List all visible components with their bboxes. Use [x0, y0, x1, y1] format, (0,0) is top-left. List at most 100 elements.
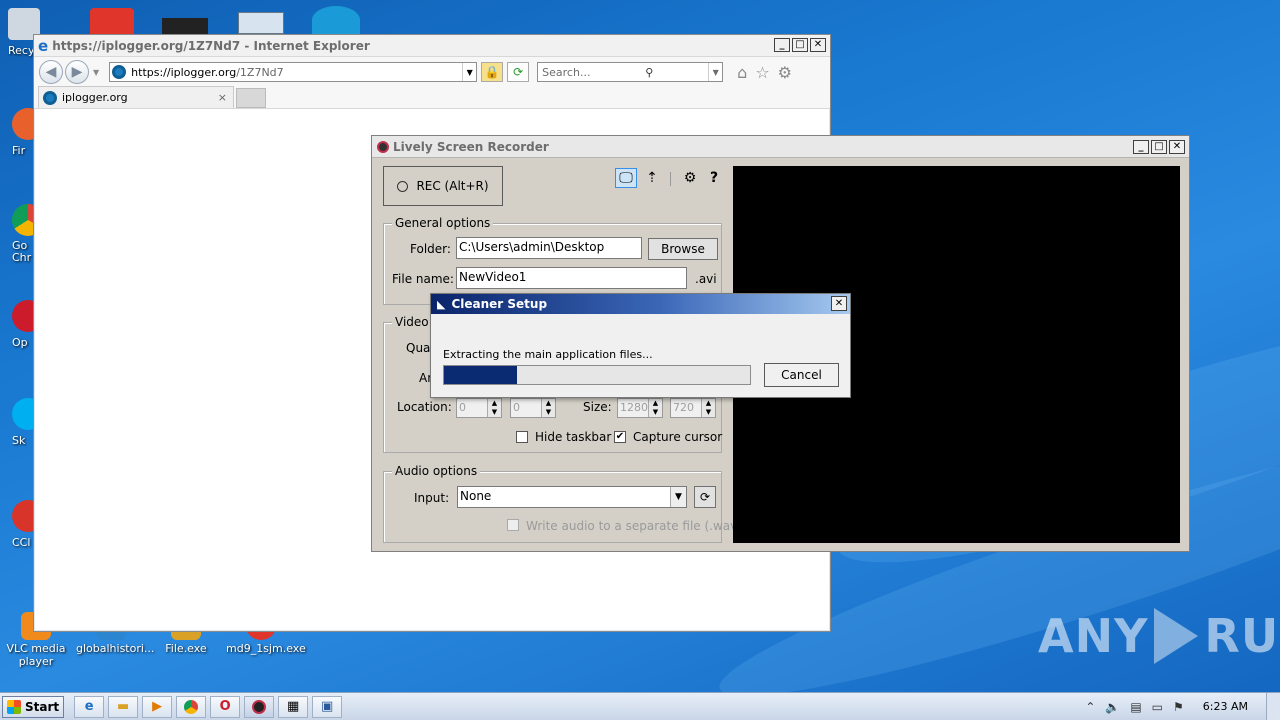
show-hidden-icons-icon[interactable]: ⌃ [1085, 700, 1095, 714]
watermark-left: ANY [1038, 609, 1149, 663]
new-tab-button[interactable] [236, 88, 266, 108]
location-y-stepper[interactable]: 0 ▲ ▼ [510, 398, 556, 418]
size-height-value: 720 [673, 401, 694, 414]
minimize-button[interactable]: _ [1133, 140, 1149, 154]
taskbar-chrome-button[interactable] [176, 695, 207, 718]
taskbar-ie-button[interactable]: e [74, 695, 105, 718]
search-dropdown-icon[interactable]: ▼ [708, 63, 722, 81]
extension-label: .avi [695, 272, 717, 286]
back-icon[interactable]: ◀ [39, 60, 63, 84]
location-x-stepper[interactable]: 0 ▲ ▼ [456, 398, 502, 418]
setup-logo-icon: ◣ [437, 297, 446, 311]
folder-input[interactable]: C:\Users\admin\Desktop [456, 237, 642, 259]
capture-cursor-label: Capture cursor [633, 430, 723, 444]
history-dropdown-icon[interactable]: ▼ [93, 68, 99, 77]
upload-icon[interactable]: ⇡ [642, 168, 662, 188]
taskbar-opera-button[interactable]: O [210, 695, 241, 718]
ie-tabstrip: iplogger.org × [34, 86, 830, 109]
taskbar-explorer-button[interactable]: ▬ [108, 695, 139, 718]
md9-label: md9_1sjm.exe [226, 642, 306, 655]
rec-button[interactable]: REC (Alt+R) [383, 166, 503, 206]
capture-cursor-checkbox[interactable]: ✔ [614, 431, 626, 443]
refresh-icon[interactable]: ⟳ [507, 62, 530, 82]
audio-options-legend: Audio options [392, 464, 481, 478]
rec-label: REC (Alt+R) [416, 179, 489, 193]
cancel-button[interactable]: Cancel [764, 363, 839, 387]
tab-label: iplogger.org [62, 91, 128, 104]
record-icon [397, 180, 409, 192]
taskbar-installer-button[interactable]: ▣ [312, 695, 343, 718]
action-center-flag-icon[interactable]: ⚑ [1173, 700, 1184, 714]
write-audio-checkbox[interactable] [507, 519, 519, 531]
stepper-arrows-icon[interactable]: ▲ ▼ [648, 399, 662, 417]
filename-label: File name: [392, 272, 454, 286]
network-icon[interactable]: ▤ [1130, 700, 1141, 714]
tab-iplogger[interactable]: iplogger.org × [38, 86, 234, 108]
ie-title: https://iplogger.org/1Z7Nd7 - Internet E… [52, 38, 370, 53]
progress-bar [443, 365, 751, 385]
clock[interactable]: 6:23 AM [1203, 700, 1248, 713]
setup-titlebar[interactable]: ◣ Cleaner Setup ✕ [431, 294, 850, 314]
stepper-arrows-icon[interactable]: ▲ ▼ [541, 399, 555, 417]
forward-icon[interactable]: ▶ [65, 60, 89, 84]
minimize-button[interactable]: _ [774, 38, 790, 52]
address-bar[interactable]: https://iplogger.org/1Z7Nd7 ▼ [109, 62, 478, 82]
stepper-arrows-icon[interactable]: ▲ ▼ [701, 399, 715, 417]
document-icon[interactable] [238, 12, 284, 34]
close-button[interactable]: ✕ [1169, 140, 1185, 154]
size-label: Size: [583, 400, 612, 414]
setup-title: Cleaner Setup [451, 297, 548, 311]
lock-icon[interactable]: 🔒 [481, 62, 504, 82]
watermark-right: RUN [1204, 609, 1280, 663]
show-desktop-button[interactable] [1266, 693, 1280, 720]
close-button[interactable]: ✕ [831, 296, 847, 311]
installer-icon: ▣ [320, 699, 334, 714]
ie-titlebar[interactable]: e https://iplogger.org/1Z7Nd7 - Internet… [34, 35, 830, 57]
progress-fill [444, 366, 518, 384]
recorder-titlebar[interactable]: Lively Screen Recorder _ □ ✕ [372, 136, 1189, 158]
app-icon[interactable] [312, 6, 360, 34]
close-button[interactable]: ✕ [810, 38, 826, 52]
taskbar-setup-button[interactable]: ▦ [278, 695, 309, 718]
filename-input[interactable]: NewVideo1 [456, 267, 687, 289]
help-icon[interactable]: ? [705, 168, 723, 188]
recorder-icon [252, 699, 267, 714]
tab-close-icon[interactable]: × [218, 91, 227, 104]
ie-navbar: ◀ ▶ ▼ https://iplogger.org/1Z7Nd7 ▼ 🔒 ⟳ … [34, 57, 830, 87]
maximize-button[interactable]: □ [792, 38, 808, 52]
address-host: https://iplogger.org [131, 65, 237, 79]
volume-icon[interactable]: 🔈 [1105, 700, 1120, 714]
size-width-stepper[interactable]: 1280 ▲ ▼ [617, 398, 663, 418]
taskbar-recorder-button[interactable] [244, 695, 275, 718]
browse-button[interactable]: Browse [648, 238, 718, 260]
search-placeholder: Search... [542, 65, 591, 79]
maximize-button[interactable]: □ [1151, 140, 1167, 154]
chevron-down-icon[interactable]: ▼ [670, 487, 686, 507]
ie-icon: e [84, 699, 94, 714]
home-icon[interactable]: ⌂ [737, 63, 747, 82]
recorder-title: Lively Screen Recorder [393, 139, 549, 154]
monitor-icon[interactable]: 🖵 [615, 168, 637, 188]
stepper-arrows-icon[interactable]: ▲ ▼ [487, 399, 501, 417]
taskbar-media-button[interactable]: ▶ [142, 695, 173, 718]
favorites-icon[interactable]: ☆ [755, 63, 769, 82]
setup-status: Extracting the main application files... [443, 348, 653, 361]
site-favicon-icon [112, 65, 127, 79]
address-dropdown-icon[interactable]: ▼ [462, 63, 476, 81]
location-label: Location: [397, 400, 452, 414]
audio-input-select[interactable]: None ▼ [457, 486, 687, 508]
settings-icon[interactable]: ⚙ [680, 168, 700, 188]
size-height-stepper[interactable]: 720 ▲ ▼ [670, 398, 716, 418]
taskbar: Start e ▬ ▶ O ▦ ▣ ⌃ 🔈 ▤ ▭ ⚑ 6:23 AM [0, 692, 1280, 720]
start-button[interactable]: Start [2, 695, 65, 718]
search-icon[interactable]: ⚲ [645, 66, 653, 79]
tools-icon[interactable]: ⚙ [778, 63, 792, 82]
refresh-audio-button[interactable]: ⟳ [694, 486, 716, 508]
search-input[interactable]: Search... ⚲ ▼ [537, 62, 724, 82]
hide-taskbar-checkbox[interactable] [516, 431, 528, 443]
location-y-value: 0 [513, 401, 520, 414]
computer-icon[interactable]: ▭ [1152, 700, 1163, 714]
desktop-icon-dark[interactable] [162, 18, 208, 34]
play-icon [1154, 608, 1199, 664]
acrobat-icon[interactable] [90, 8, 134, 34]
